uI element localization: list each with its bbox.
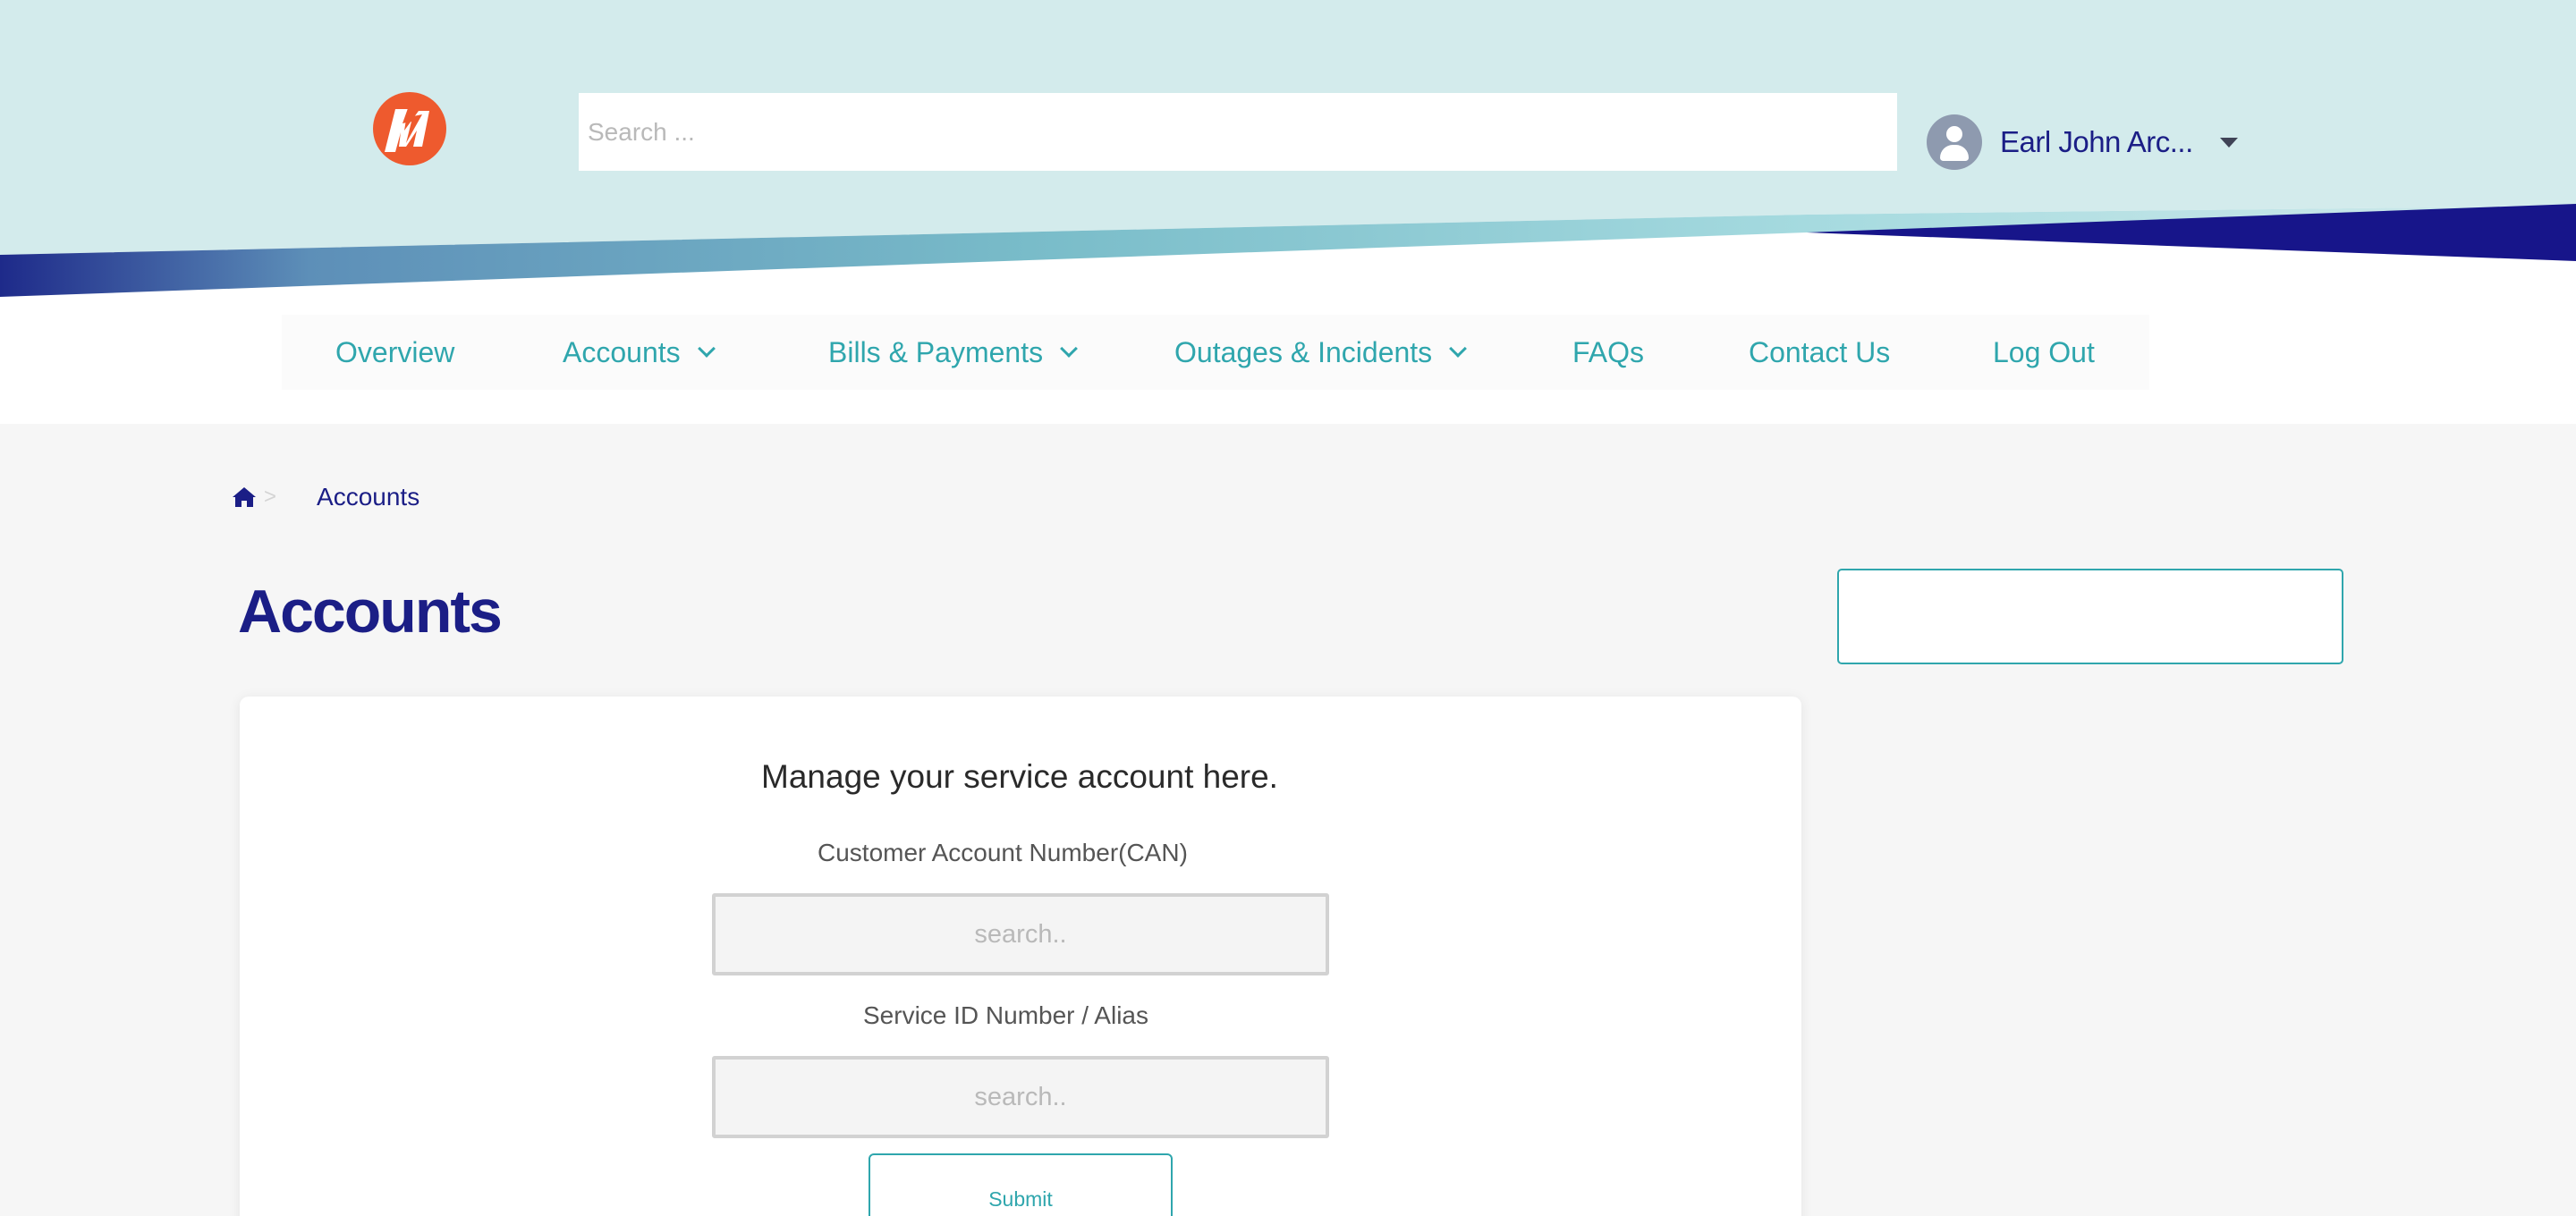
nav-item-bills-payments[interactable]: Bills & Payments [828, 315, 1078, 390]
user-menu[interactable]: Earl John Arc... [1927, 114, 2238, 171]
chevron-down-icon [1449, 340, 1468, 358]
nav-item-outages-incidents[interactable]: Outages & Incidents [1174, 315, 1468, 390]
nav-item-label: Bills & Payments [828, 335, 1044, 368]
nav-item-accounts[interactable]: Accounts [563, 315, 716, 390]
nav-item-contact-us[interactable]: Contact Us [1749, 315, 1890, 390]
user-name: Earl John Arc... [2000, 125, 2193, 158]
breadcrumb-separator: > [264, 485, 277, 509]
chevron-down-icon [697, 340, 716, 358]
search-input[interactable] [579, 93, 1897, 171]
submit-button[interactable]: Submit [869, 1153, 1173, 1216]
breadcrumb-current: Accounts [317, 483, 420, 511]
nav-item-faqs[interactable]: FAQs [1572, 315, 1644, 390]
site-header: Earl John Arc... [0, 0, 2576, 304]
main-nav: Overview Accounts Bills & Payments Outag… [282, 315, 2149, 390]
breadcrumb: > Accounts [232, 477, 419, 517]
nav-item-label: FAQs [1572, 335, 1645, 368]
nav-item-log-out[interactable]: Log Out [1993, 315, 2095, 390]
submit-button-label: Submit [988, 1187, 1053, 1211]
nav-item-label: Accounts [563, 335, 681, 368]
nav-item-label: Overview [335, 335, 455, 368]
form-heading: Manage your service account here. [761, 758, 1278, 795]
can-search-input[interactable] [712, 893, 1329, 975]
service-id-label: Service ID Number / Alias [863, 1001, 1148, 1029]
bolt-m-logo-icon[interactable] [372, 91, 447, 166]
chevron-down-icon [1060, 340, 1078, 358]
page-title: Accounts [238, 578, 503, 646]
nav-item-overview[interactable]: Overview [335, 315, 454, 390]
side-panel-box [1837, 569, 2343, 664]
home-icon[interactable] [232, 486, 257, 509]
user-avatar-icon [1927, 114, 1982, 170]
caret-down-icon[interactable] [2219, 137, 2238, 148]
nav-item-label: Outages & Incidents [1174, 335, 1433, 368]
service-id-search-input[interactable] [712, 1056, 1329, 1138]
can-label: Customer Account Number(CAN) [818, 839, 1188, 866]
nav-item-label: Contact Us [1749, 335, 1891, 368]
nav-item-label: Log Out [1993, 335, 2095, 368]
